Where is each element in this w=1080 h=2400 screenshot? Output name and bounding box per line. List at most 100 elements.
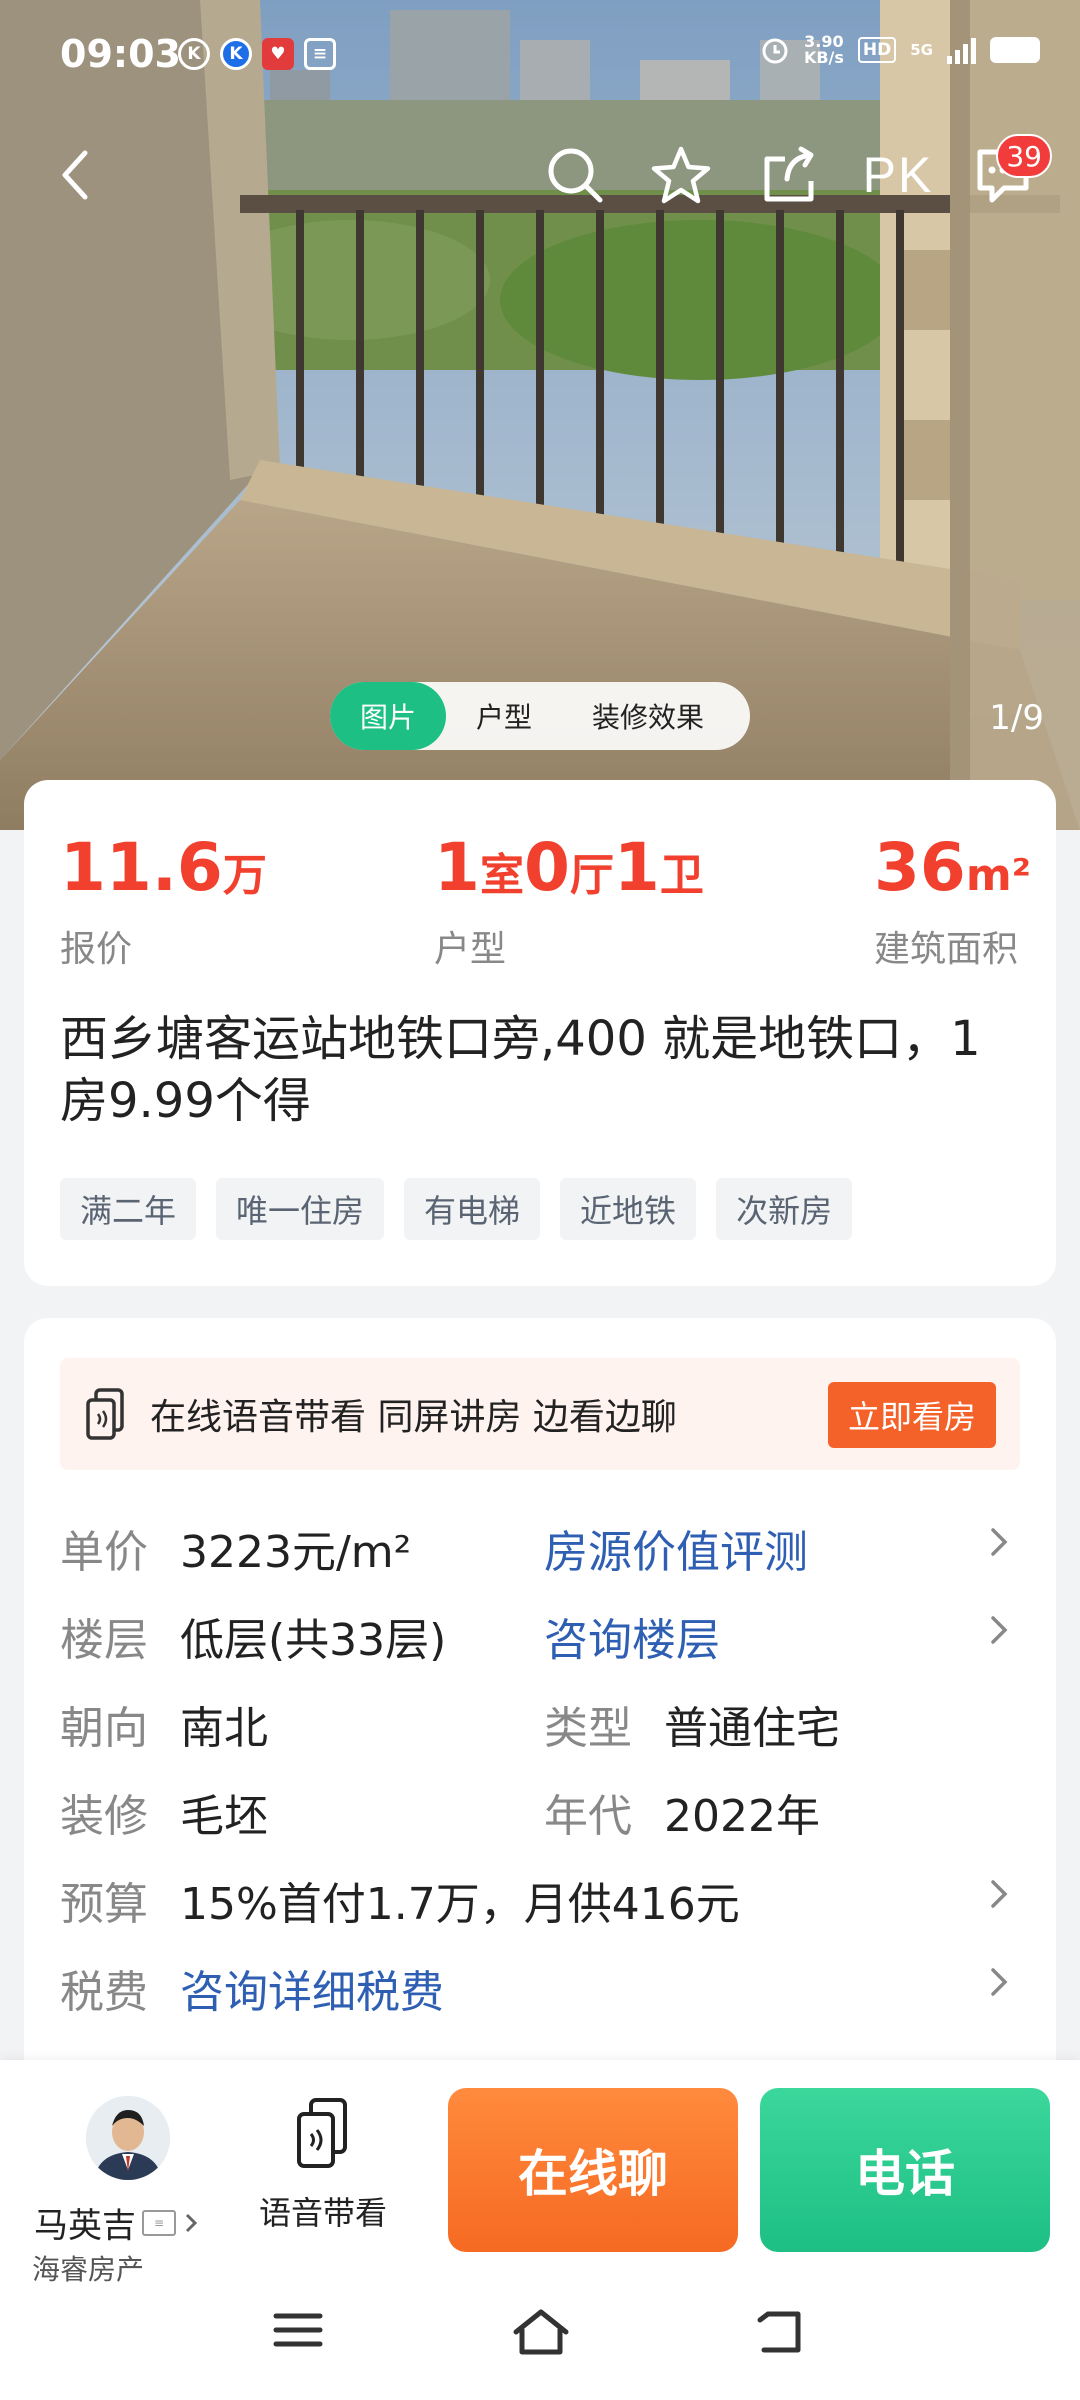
star-icon bbox=[651, 146, 711, 204]
layout-stat: 1室0厅1卫 户型 bbox=[434, 830, 704, 972]
card-app-icon: ≡ bbox=[304, 38, 336, 70]
rooms-count: 1 bbox=[434, 829, 480, 906]
agent-name: 马英吉 bbox=[34, 2206, 136, 2246]
online-viewing-banner[interactable]: 在线语音带看 同屏讲房 边看边聊 立即看房 bbox=[60, 1358, 1020, 1470]
detail-row-decoration: 装修 毛坯 年代 2022年 bbox=[60, 1772, 1020, 1860]
message-count-badge: 39 bbox=[996, 134, 1052, 178]
unit-price-key: 单价 bbox=[60, 1527, 148, 1578]
listing-detail-page: 09:03 K K ♥ ≡ 3.90 KB/s HD 5G PK 39 图片 户… bbox=[0, 0, 1080, 2400]
value-assessment-link[interactable]: 房源价值评测 bbox=[544, 1516, 808, 1580]
layout-label: 户型 bbox=[434, 929, 507, 970]
chevron-right-icon[interactable] bbox=[984, 1610, 1014, 1650]
year-key: 年代 bbox=[544, 1791, 632, 1842]
share-button[interactable] bbox=[754, 140, 824, 210]
online-chat-button[interactable]: 在线聊 bbox=[448, 2088, 738, 2252]
back-arrow-icon bbox=[62, 150, 88, 200]
avatar bbox=[86, 2096, 170, 2180]
favorite-button[interactable] bbox=[646, 140, 716, 210]
orientation-key: 朝向 bbox=[60, 1703, 148, 1754]
type-value: 普通住宅 bbox=[664, 1703, 840, 1754]
voice-phone-icon bbox=[86, 1388, 124, 1440]
banner-text: 在线语音带看 同屏讲房 边看边聊 bbox=[150, 1397, 677, 1438]
network-type: 5G bbox=[910, 41, 933, 59]
hd-indicator: HD bbox=[857, 37, 897, 63]
home-icon[interactable] bbox=[510, 2308, 572, 2356]
heart-app-icon: ♥ bbox=[262, 38, 294, 70]
back-button[interactable] bbox=[40, 140, 110, 210]
top-navigation: PK 39 bbox=[0, 134, 1080, 220]
agent-profile[interactable]: 马英吉 ≡ 海睿房产 bbox=[30, 2080, 230, 2286]
chevron-right-icon[interactable] bbox=[984, 1874, 1014, 1914]
pk-compare-button[interactable]: PK bbox=[858, 140, 938, 210]
detail-rows: 单价 3223元/m² 房源价值评测 楼层 低层(共33层) 咨询楼层 朝向 南… bbox=[60, 1508, 1020, 2036]
k-icon: K bbox=[178, 38, 210, 70]
alarm-icon bbox=[762, 38, 788, 64]
tag-item: 近地铁 bbox=[560, 1178, 697, 1240]
chevron-right-icon[interactable] bbox=[984, 1962, 1014, 2002]
chevron-right-icon[interactable] bbox=[984, 1522, 1014, 1562]
tab-decoration-effect[interactable]: 装修效果 bbox=[562, 682, 734, 750]
key-stats: 11.6万 报价 1室0厅1卫 户型 36m² 建筑面积 bbox=[60, 829, 1031, 972]
detail-row-orientation: 朝向 南北 类型 普通住宅 bbox=[60, 1684, 1020, 1772]
net-speed: 3.90 KB/s bbox=[804, 34, 844, 66]
area-unit: m² bbox=[965, 850, 1031, 901]
listing-title: 西乡塘客运站地铁口旁,400 就是地铁口，1房9.99个得 bbox=[60, 1011, 981, 1129]
status-bar: 09:03 K K ♥ ≡ 3.90 KB/s HD 5G bbox=[0, 0, 1080, 118]
chevron-right-icon bbox=[185, 2213, 198, 2232]
voice-tour-button[interactable]: 语音带看 bbox=[248, 2096, 398, 2234]
voice-tour-label: 语音带看 bbox=[258, 2194, 387, 2232]
search-button[interactable] bbox=[540, 140, 610, 210]
agent-name-line: 马英吉 ≡ bbox=[34, 2198, 200, 2247]
k-blue-icon: K bbox=[220, 38, 252, 70]
status-right-icons: 3.90 KB/s HD 5G bbox=[760, 34, 1040, 66]
unit-price-value: 3223元/m² bbox=[180, 1527, 412, 1578]
area-label: 建筑面积 bbox=[874, 929, 1019, 970]
listing-photo[interactable]: 09:03 K K ♥ ≡ 3.90 KB/s HD 5G PK 39 图片 户… bbox=[0, 0, 1080, 830]
halls-count: 0 bbox=[523, 829, 570, 906]
tag-item: 有电梯 bbox=[404, 1178, 541, 1240]
menu-icon[interactable] bbox=[272, 2308, 324, 2352]
tag-item: 唯一住房 bbox=[216, 1178, 385, 1240]
net-speed-unit: KB/s bbox=[803, 48, 844, 67]
status-time: 09:03 bbox=[60, 32, 181, 76]
floor-key: 楼层 bbox=[60, 1615, 148, 1666]
floor-value: 低层(共33层) bbox=[180, 1615, 447, 1666]
decoration-value: 毛坯 bbox=[180, 1791, 268, 1842]
year-value: 2022年 bbox=[664, 1791, 820, 1842]
detail-row-floor: 楼层 低层(共33层) 咨询楼层 bbox=[60, 1596, 1020, 1684]
phone-call-button[interactable]: 电话 bbox=[760, 2088, 1050, 2252]
media-tabs: 图片 户型 装修效果 bbox=[330, 682, 750, 750]
share-icon bbox=[764, 146, 814, 202]
floor-consult-link[interactable]: 咨询楼层 bbox=[544, 1604, 720, 1668]
baths-count: 1 bbox=[613, 829, 660, 906]
price-unit: 万 bbox=[222, 850, 267, 901]
detail-row-budget[interactable]: 预算 15%首付1.7万，月供416元 bbox=[60, 1860, 1020, 1948]
tag-item: 次新房 bbox=[716, 1178, 853, 1240]
pk-label: PK bbox=[862, 147, 934, 203]
price-value-line: 11.6万 bbox=[60, 830, 267, 914]
tax-consult-link[interactable]: 咨询详细税费 bbox=[180, 1956, 444, 2020]
tag-item: 满二年 bbox=[60, 1178, 197, 1240]
area-value-line: 36m² bbox=[874, 829, 1031, 914]
listing-tags: 满二年 唯一住房 有电梯 近地铁 次新房 bbox=[60, 1178, 853, 1240]
detail-row-unit-price: 单价 3223元/m² 房源价值评测 bbox=[60, 1508, 1020, 1596]
tab-photos[interactable]: 图片 bbox=[330, 682, 447, 750]
details-card: 在线语音带看 同屏讲房 边看边聊 立即看房 单价 3223元/m² 房源价值评测… bbox=[24, 1318, 1056, 2118]
back-nav-icon[interactable] bbox=[754, 2308, 806, 2356]
price-label: 报价 bbox=[60, 929, 133, 970]
signal-icon bbox=[947, 36, 976, 64]
tab-floorplan[interactable]: 户型 bbox=[446, 682, 562, 750]
detail-row-tax[interactable]: 税费 咨询详细税费 bbox=[60, 1948, 1020, 2036]
photo-counter: 1/9 bbox=[989, 698, 1044, 738]
budget-key: 预算 bbox=[60, 1879, 148, 1930]
price-value: 11.6 bbox=[60, 829, 223, 906]
notification-icons: K K ♥ ≡ bbox=[178, 38, 336, 70]
messages-button[interactable]: 39 bbox=[968, 134, 1052, 210]
budget-value: 15%首付1.7万，月供416元 bbox=[180, 1879, 740, 1930]
tax-key: 税费 bbox=[60, 1967, 148, 2018]
battery-icon bbox=[990, 37, 1040, 63]
orientation-value: 南北 bbox=[180, 1703, 268, 1754]
layout-value-line: 1室0厅1卫 bbox=[434, 830, 704, 914]
view-now-button[interactable]: 立即看房 bbox=[827, 1382, 996, 1448]
area-value: 36 bbox=[874, 829, 966, 906]
